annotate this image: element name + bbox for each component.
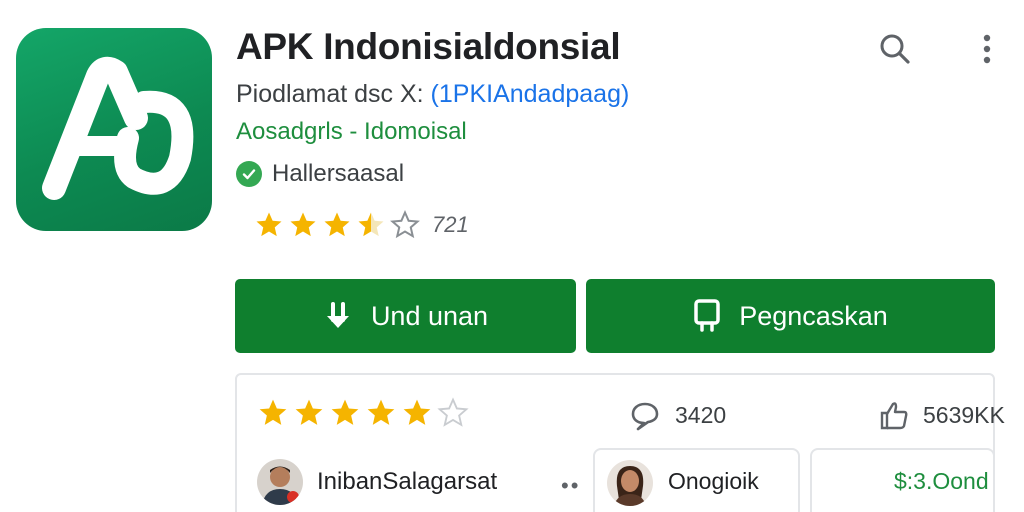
reviewer-name: InibanSalagarsat bbox=[317, 468, 498, 495]
more-vertical-icon bbox=[983, 34, 991, 64]
comments-stat[interactable]: 3420 bbox=[629, 399, 726, 431]
price-value: $:3.Oond bbox=[894, 468, 989, 494]
star-icon bbox=[290, 212, 316, 237]
app-category[interactable]: Aosadgrls - Idomoisal bbox=[236, 118, 467, 146]
developer-line: Piodlamat dsc X: (1PKIAndadpaag) bbox=[236, 80, 629, 109]
thumbs-up-icon bbox=[880, 402, 908, 430]
review-stars bbox=[257, 397, 469, 429]
developer-link[interactable]: (1PKIAndadpaag) bbox=[431, 80, 630, 108]
rating-count: 721 bbox=[432, 212, 469, 237]
review-card-name: Onogioik bbox=[668, 468, 759, 494]
likes-count: 5639KK bbox=[923, 401, 1005, 428]
avatar bbox=[257, 459, 303, 505]
download-icon bbox=[326, 302, 349, 328]
reviewer-more-icon[interactable]: •• bbox=[561, 473, 580, 499]
comment-icon bbox=[631, 402, 659, 431]
search-button[interactable] bbox=[874, 28, 916, 70]
star-outline-icon bbox=[437, 397, 469, 427]
open-label: Pegncaskan bbox=[739, 300, 888, 331]
price-card[interactable]: $:3.Oond bbox=[810, 448, 995, 512]
star-icon bbox=[324, 212, 350, 237]
device-icon bbox=[694, 299, 720, 332]
verified-badge: Hallersaasal bbox=[236, 160, 404, 188]
more-options-button[interactable] bbox=[970, 28, 1004, 70]
star-icon bbox=[367, 399, 395, 425]
open-button[interactable]: Pegncaskan bbox=[586, 279, 995, 353]
review-card[interactable]: Onogioik bbox=[593, 448, 800, 512]
search-icon bbox=[880, 34, 910, 64]
star-icon bbox=[256, 212, 282, 237]
star-icon bbox=[295, 399, 323, 425]
avatar bbox=[607, 460, 653, 506]
star-icon bbox=[259, 399, 287, 425]
comments-count: 3420 bbox=[675, 401, 727, 428]
star-outline-icon bbox=[390, 210, 420, 239]
install-label: Und unan bbox=[370, 300, 489, 331]
stats-row: 3420 5639KK bbox=[257, 397, 1005, 437]
app-logo-icon bbox=[16, 28, 212, 231]
developer-prefix: Piodlamat dsc X: bbox=[236, 80, 424, 108]
app-rating: 721 bbox=[254, 210, 469, 240]
reviewer[interactable]: InibanSalagarsat bbox=[257, 459, 497, 505]
install-button[interactable]: Und unan bbox=[235, 279, 576, 353]
likes-stat[interactable]: 5639KK bbox=[879, 399, 1005, 431]
star-icon bbox=[403, 399, 431, 425]
verified-label: Hallersaasal bbox=[272, 160, 405, 187]
star-icon bbox=[331, 399, 359, 425]
app-title: APK Indonisialdonsial bbox=[236, 26, 621, 67]
star-half-icon bbox=[358, 212, 384, 237]
check-circle-icon bbox=[236, 161, 262, 187]
